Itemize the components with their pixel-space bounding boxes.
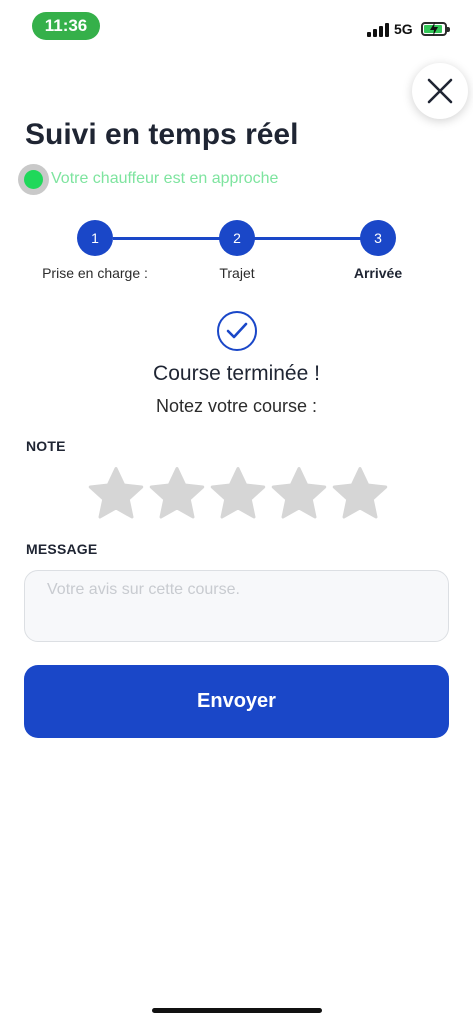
completion-title: Course terminée ! bbox=[153, 362, 320, 385]
star-icon[interactable] bbox=[147, 464, 207, 524]
home-indicator bbox=[152, 1008, 322, 1013]
status-indicator-icon bbox=[18, 163, 49, 195]
check-circle-icon bbox=[217, 311, 257, 351]
driver-status: Votre chauffeur est en approche bbox=[18, 162, 278, 196]
step-2-circle: 2 bbox=[219, 220, 255, 256]
driver-status-text: Votre chauffeur est en approche bbox=[51, 170, 279, 187]
network-label: 5G bbox=[394, 21, 413, 37]
close-icon bbox=[427, 78, 453, 104]
step-3-label: Arrivée bbox=[353, 265, 403, 281]
note-label: NOTE bbox=[26, 438, 66, 454]
status-time: 11:36 bbox=[32, 12, 100, 40]
send-button[interactable]: Envoyer bbox=[24, 665, 449, 738]
trip-progress-stepper: 1 2 3 Prise en charge : Trajet Arrivée bbox=[0, 218, 473, 288]
star-rating bbox=[86, 464, 391, 524]
step-1-label: Prise en charge : bbox=[42, 265, 148, 281]
step-connector bbox=[254, 237, 362, 240]
step-connector bbox=[113, 237, 220, 240]
page-title: Suivi en temps réel bbox=[25, 118, 299, 151]
signal-icon bbox=[367, 23, 389, 37]
star-icon[interactable] bbox=[330, 464, 390, 524]
message-input[interactable] bbox=[24, 570, 449, 642]
step-3-circle: 3 bbox=[360, 220, 396, 256]
step-2-label: Trajet bbox=[219, 265, 255, 281]
message-label: MESSAGE bbox=[26, 541, 98, 557]
star-icon[interactable] bbox=[86, 464, 146, 524]
star-icon[interactable] bbox=[208, 464, 268, 524]
step-1-circle: 1 bbox=[77, 220, 113, 256]
rating-prompt: Notez votre course : bbox=[155, 396, 318, 416]
status-bar: 11:36 5G bbox=[0, 0, 473, 56]
battery-icon bbox=[421, 22, 450, 36]
star-icon[interactable] bbox=[269, 464, 329, 524]
close-button[interactable] bbox=[412, 63, 468, 119]
